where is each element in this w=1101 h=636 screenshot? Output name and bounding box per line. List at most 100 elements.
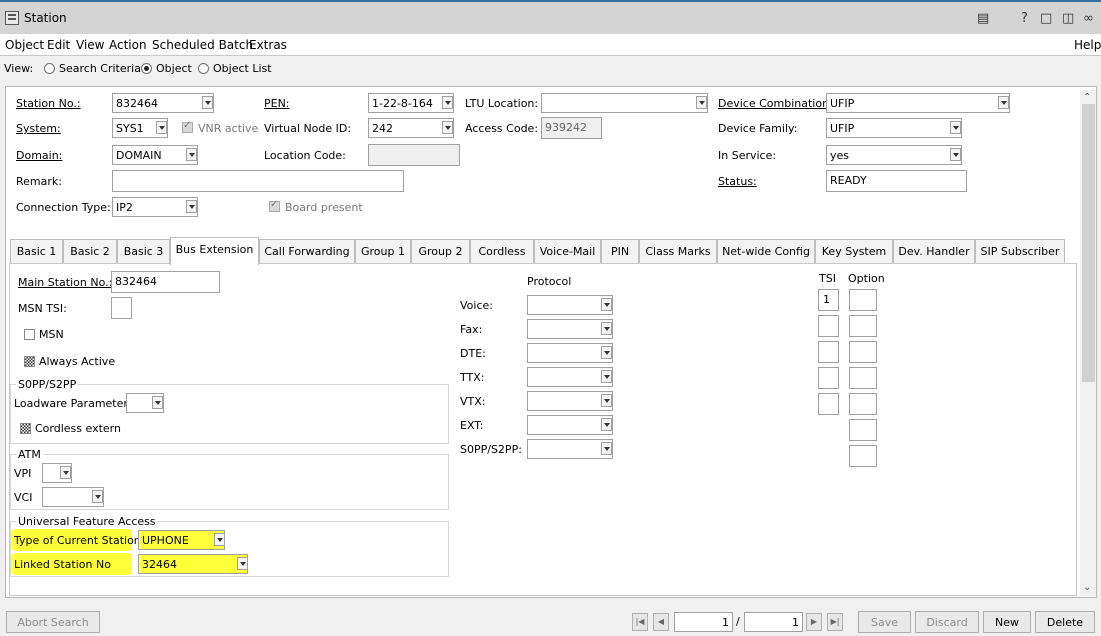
tab-bus-extension[interactable]: Bus Extension: [170, 237, 259, 265]
linked-station-dropdown[interactable]: [237, 557, 248, 570]
board-present-label: Board present: [285, 201, 363, 214]
tab-basic-1[interactable]: Basic 1: [10, 239, 63, 263]
cordless-extern-checkbox[interactable]: [20, 423, 31, 434]
location-code-field[interactable]: [368, 144, 460, 166]
pen-dropdown[interactable]: [442, 96, 453, 109]
save-button[interactable]: Save: [858, 611, 911, 633]
msn-checkbox[interactable]: [24, 329, 35, 340]
vpi-dropdown[interactable]: [60, 466, 71, 479]
domain-dropdown[interactable]: [186, 148, 197, 161]
tab-dev-handler[interactable]: Dev. Handler: [893, 239, 975, 263]
tab-cordless[interactable]: Cordless: [470, 239, 534, 263]
menu-action[interactable]: Action: [109, 38, 147, 52]
in-service-field[interactable]: yes: [826, 145, 962, 165]
radio-object-label[interactable]: Object: [156, 62, 192, 75]
exit-icon[interactable]: ◫: [1062, 11, 1074, 26]
system-dropdown[interactable]: [156, 121, 167, 134]
vci-dropdown[interactable]: [92, 490, 103, 503]
tsi-field[interactable]: [818, 315, 839, 337]
option-field[interactable]: [849, 315, 877, 337]
tab-basic-2[interactable]: Basic 2: [63, 239, 117, 263]
folder-icon[interactable]: □: [1040, 11, 1052, 26]
radio-object[interactable]: [141, 63, 152, 74]
scroll-down-icon[interactable]: ⌄: [1083, 582, 1091, 593]
menu-scheduled-batch[interactable]: Scheduled Batch: [152, 38, 253, 52]
linked-station-field[interactable]: 32464: [138, 554, 248, 574]
msn-tsi-field[interactable]: [111, 297, 132, 319]
menu-help[interactable]: Help: [1074, 38, 1101, 52]
ltu-dropdown[interactable]: [696, 96, 707, 109]
document-icon[interactable]: ▤: [977, 11, 989, 26]
tsi-field[interactable]: [818, 393, 839, 415]
menu-edit[interactable]: Edit: [47, 38, 70, 52]
tab-sip-subscriber[interactable]: SIP Subscriber: [975, 239, 1065, 263]
connection-type-dropdown[interactable]: [186, 200, 197, 213]
type-current-field[interactable]: UPHONE: [138, 530, 225, 550]
station-no-dropdown[interactable]: [202, 96, 213, 109]
device-combination-field[interactable]: UFIP: [826, 93, 1010, 113]
always-active-checkbox[interactable]: [24, 356, 35, 367]
radio-object-list[interactable]: [198, 63, 209, 74]
tab-class-marks[interactable]: Class Marks: [639, 239, 717, 263]
access-code-field[interactable]: 939242: [541, 117, 602, 139]
tab-voice-mail[interactable]: Voice-Mail: [534, 239, 601, 263]
option-field[interactable]: [849, 445, 877, 467]
menu-extras[interactable]: Extras: [249, 38, 287, 52]
virtual-node-dropdown[interactable]: [442, 121, 453, 134]
tab-call-forwarding[interactable]: Call Forwarding: [259, 239, 355, 263]
tab-basic-3[interactable]: Basic 3: [117, 239, 170, 263]
last-page-icon[interactable]: ▶|: [827, 613, 843, 631]
option-field[interactable]: [849, 289, 877, 311]
radio-object-list-label[interactable]: Object List: [213, 62, 272, 75]
link-icon[interactable]: ∞: [1083, 11, 1094, 26]
remark-field[interactable]: [112, 170, 404, 192]
in-service-dropdown[interactable]: [950, 148, 961, 161]
radio-search-criteria[interactable]: [44, 63, 55, 74]
tab-group-2[interactable]: Group 2: [411, 239, 470, 263]
ltu-field[interactable]: [541, 93, 708, 113]
tsi-field[interactable]: 1: [818, 289, 839, 311]
menu-view[interactable]: View: [76, 38, 104, 52]
page-current-field[interactable]: 1: [674, 612, 733, 632]
menu-object[interactable]: Object: [5, 38, 44, 52]
tsi-field[interactable]: [818, 367, 839, 389]
device-family-dropdown[interactable]: [950, 121, 961, 134]
tab-key-system[interactable]: Key System: [815, 239, 893, 263]
protocol-fax-dropdown[interactable]: [601, 322, 612, 335]
scrollbar-thumb[interactable]: [1082, 104, 1095, 382]
tab-pin[interactable]: PIN: [601, 239, 639, 263]
device-family-label: Device Family:: [718, 122, 798, 135]
type-current-dropdown[interactable]: [214, 533, 225, 546]
option-field[interactable]: [849, 341, 877, 363]
radio-search-criteria-label[interactable]: Search Criteria: [59, 62, 141, 75]
device-combination-dropdown[interactable]: [998, 96, 1009, 109]
option-field[interactable]: [849, 367, 877, 389]
tsi-field[interactable]: [818, 341, 839, 363]
option-field[interactable]: [849, 393, 877, 415]
option-field[interactable]: [849, 419, 877, 441]
next-page-icon[interactable]: ▶: [806, 613, 822, 631]
abort-search-button[interactable]: Abort Search: [6, 611, 100, 633]
protocol-ttx-dropdown[interactable]: [601, 370, 612, 383]
station-no-field[interactable]: 832464: [112, 93, 214, 113]
tab-group-1[interactable]: Group 1: [355, 239, 411, 263]
protocol-ext-dropdown[interactable]: [601, 418, 612, 431]
help-icon[interactable]: ?: [1021, 11, 1028, 26]
protocol-dte-dropdown[interactable]: [601, 346, 612, 359]
protocol-voice-dropdown[interactable]: [601, 298, 612, 311]
delete-button[interactable]: Delete: [1035, 611, 1095, 633]
first-page-icon[interactable]: |◀: [632, 613, 648, 631]
board-present-checkbox[interactable]: [269, 199, 280, 212]
device-family-field[interactable]: UFIP: [826, 118, 962, 138]
scroll-up-icon[interactable]: ⌃: [1083, 92, 1091, 103]
protocol-vtx-dropdown[interactable]: [601, 394, 612, 407]
main-station-field[interactable]: 832464: [111, 271, 220, 293]
protocol-s0pp-dropdown[interactable]: [601, 442, 612, 455]
linked-station-label: Linked Station No: [14, 558, 111, 571]
prev-page-icon[interactable]: ◀: [653, 613, 669, 631]
new-button[interactable]: New: [983, 611, 1031, 633]
discard-button[interactable]: Discard: [915, 611, 979, 633]
loadware-dropdown[interactable]: [152, 396, 163, 409]
vnr-active-checkbox[interactable]: [182, 120, 193, 133]
tab-net-wide-config[interactable]: Net-wide Config: [717, 239, 815, 263]
